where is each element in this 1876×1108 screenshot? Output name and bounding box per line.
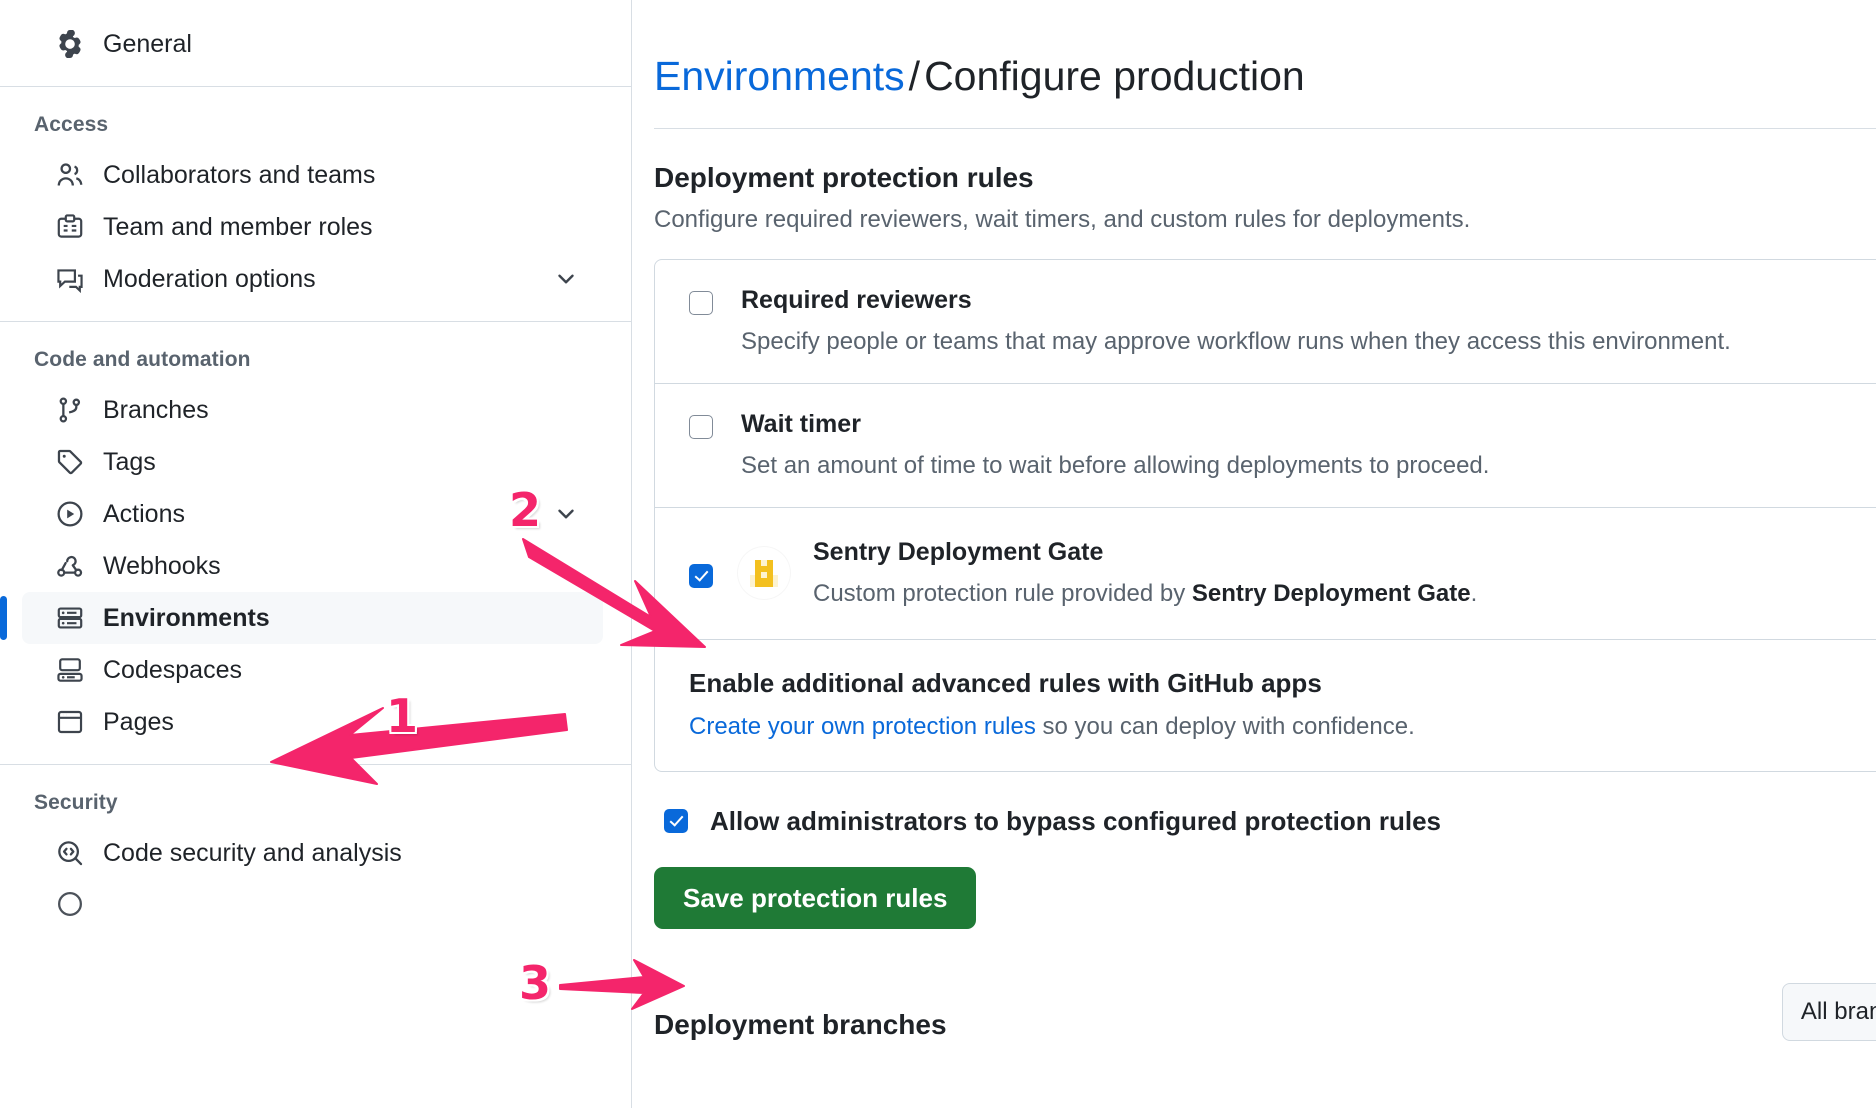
sidebar-item-actions[interactable]: Actions xyxy=(22,488,603,540)
sidebar-item-label: Code security and analysis xyxy=(103,838,579,868)
webhook-icon xyxy=(56,552,84,580)
sidebar-item-partial-cut-off[interactable] xyxy=(22,879,603,929)
sidebar-item-moderation-options[interactable]: Moderation options xyxy=(22,253,603,305)
tag-icon xyxy=(56,448,84,476)
rule-label: Wait timer xyxy=(741,410,1489,439)
main-content: Environments/Configure production Deploy… xyxy=(632,0,1876,1108)
rule-description: Custom protection rule provided by Sentr… xyxy=(813,578,1477,609)
sentry-logo-icon xyxy=(738,547,790,599)
sidebar-item-label: Webhooks xyxy=(103,551,579,581)
create-protection-rules-link[interactable]: Create your own protection rules xyxy=(689,713,1036,740)
code-scan-icon xyxy=(56,839,84,867)
people-icon xyxy=(56,161,84,189)
breadcrumb-current: Configure production xyxy=(924,53,1305,99)
sidebar-section-heading-code-and-automation: Code and automation xyxy=(0,338,631,384)
sidebar-item-label: Team and member roles xyxy=(103,212,579,242)
sentry-deployment-gate-checkbox[interactable] xyxy=(689,564,713,588)
title-divider xyxy=(654,128,1876,129)
sidebar-item-codespaces[interactable]: Codespaces xyxy=(22,644,603,696)
sidebar-divider xyxy=(0,86,631,87)
deployment-branches-selected-value: All branches xyxy=(1801,998,1876,1026)
sidebar-item-collaborators-and-teams[interactable]: Collaborators and teams xyxy=(22,149,603,201)
deployment-branches-header: Deployment branches All branches xyxy=(654,983,1876,1041)
sidebar-item-label: Environments xyxy=(103,603,579,633)
git-branch-icon xyxy=(56,396,84,424)
sidebar-item-label: General xyxy=(103,29,579,59)
settings-page: General Access Collaborators and teams T… xyxy=(0,0,1876,1108)
sidebar-item-environments[interactable]: Environments xyxy=(22,592,603,644)
github-apps-promo-row: Enable additional advanced rules with Gi… xyxy=(655,640,1876,771)
sidebar-item-team-and-member-roles[interactable]: Team and member roles xyxy=(22,201,603,253)
rule-row-wait-timer[interactable]: Wait timer Set an amount of time to wait… xyxy=(655,384,1876,508)
shield-icon xyxy=(56,890,84,918)
allow-bypass-checkbox[interactable] xyxy=(664,809,688,833)
sidebar-item-code-security-and-analysis[interactable]: Code security and analysis xyxy=(22,827,603,879)
wait-timer-checkbox[interactable] xyxy=(689,415,713,439)
sidebar-item-tags[interactable]: Tags xyxy=(22,436,603,488)
rule-row-sentry-deployment-gate[interactable]: Sentry Deployment Gate Custom protection… xyxy=(655,508,1876,640)
rule-description: Specify people or teams that may approve… xyxy=(741,326,1731,357)
apps-promo-title: Enable additional advanced rules with Gi… xyxy=(689,668,1415,699)
sidebar-item-webhooks[interactable]: Webhooks xyxy=(22,540,603,592)
sidebar-item-general[interactable]: General xyxy=(22,18,603,70)
rule-description: Set an amount of time to wait before all… xyxy=(741,450,1489,481)
rule-description-prefix: Custom protection rule provided by xyxy=(813,580,1192,607)
apps-promo-subtitle: Create your own protection rules so you … xyxy=(689,713,1415,741)
breadcrumb-separator: / xyxy=(905,53,924,99)
apps-promo-rest: so you can deploy with confidence. xyxy=(1036,713,1415,740)
server-icon xyxy=(56,604,84,632)
section-title-deployment-branches: Deployment branches xyxy=(654,1009,947,1041)
rule-description-provider: Sentry Deployment Gate xyxy=(1192,580,1471,607)
page-title: Environments/Configure production xyxy=(654,53,1876,100)
play-circle-icon xyxy=(56,500,84,528)
settings-sidebar: General Access Collaborators and teams T… xyxy=(0,0,632,1108)
sidebar-item-label: Pages xyxy=(103,707,579,737)
codespaces-icon xyxy=(56,656,84,684)
sidebar-item-label: Tags xyxy=(103,447,579,477)
sidebar-section-heading-access: Access xyxy=(0,103,631,149)
deployment-branches-select[interactable]: All branches xyxy=(1782,983,1876,1041)
required-reviewers-checkbox[interactable] xyxy=(689,291,713,315)
rule-label: Sentry Deployment Gate xyxy=(813,538,1477,567)
chevron-down-icon[interactable] xyxy=(553,266,579,292)
gear-icon xyxy=(56,30,84,58)
sidebar-divider xyxy=(0,321,631,322)
protection-rules-panel: Required reviewers Specify people or tea… xyxy=(654,259,1876,772)
save-protection-rules-button[interactable]: Save protection rules xyxy=(654,867,976,930)
sidebar-item-label: Actions xyxy=(103,499,534,529)
section-subtitle: Configure required reviewers, wait timer… xyxy=(654,206,1876,234)
sidebar-divider xyxy=(0,764,631,765)
sidebar-section-heading-security: Security xyxy=(0,781,631,827)
sidebar-item-label: Moderation options xyxy=(103,264,534,294)
rule-row-required-reviewers[interactable]: Required reviewers Specify people or tea… xyxy=(655,260,1876,384)
sidebar-item-label: Branches xyxy=(103,395,579,425)
browser-icon xyxy=(56,708,84,736)
section-title-deployment-protection-rules: Deployment protection rules xyxy=(654,162,1876,194)
rule-description-suffix: . xyxy=(1471,580,1478,607)
sidebar-item-branches[interactable]: Branches xyxy=(22,384,603,436)
rule-label: Required reviewers xyxy=(741,286,1731,315)
sidebar-item-label: Codespaces xyxy=(103,655,579,685)
allow-bypass-row[interactable]: Allow administrators to bypass configure… xyxy=(664,806,1876,837)
allow-bypass-label: Allow administrators to bypass configure… xyxy=(710,806,1441,837)
sidebar-item-pages[interactable]: Pages xyxy=(22,696,603,748)
chevron-down-icon[interactable] xyxy=(553,501,579,527)
breadcrumb-link-environments[interactable]: Environments xyxy=(654,53,905,99)
sidebar-item-label: Collaborators and teams xyxy=(103,160,579,190)
comment-discussion-icon xyxy=(56,265,84,293)
id-badge-icon xyxy=(56,213,84,241)
